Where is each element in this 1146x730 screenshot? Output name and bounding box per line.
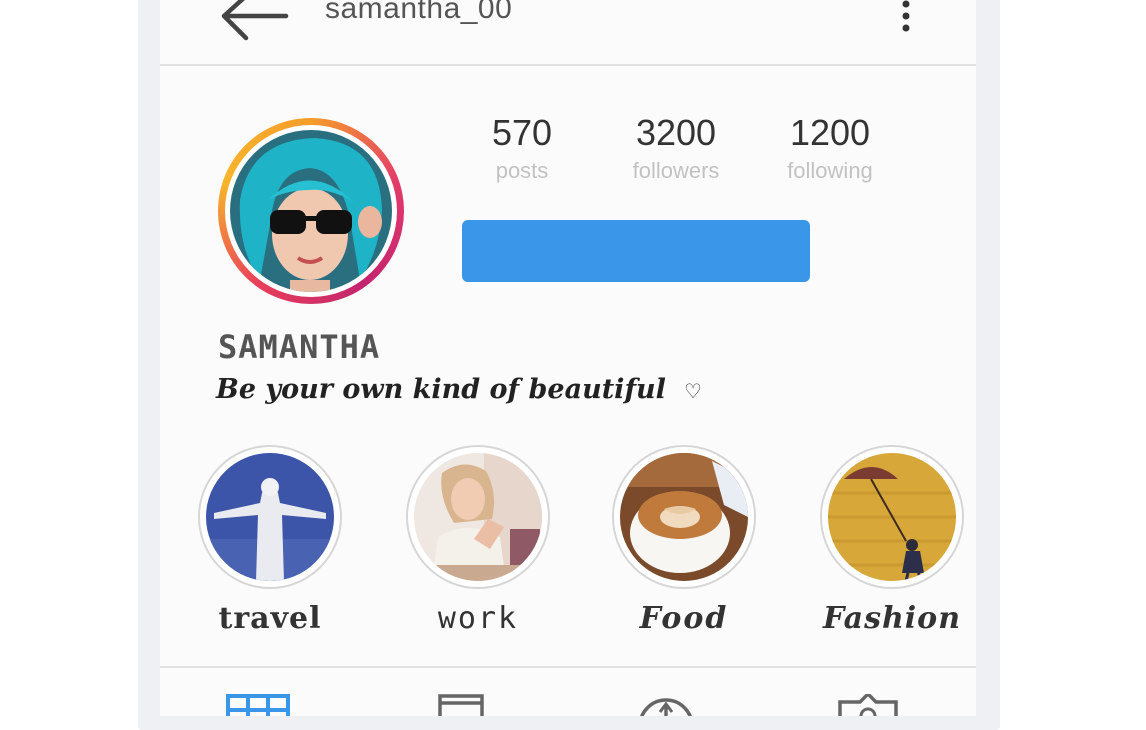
highlight-travel-image [206, 453, 334, 581]
highlight-work-label: work [437, 601, 519, 636]
tab-tagged[interactable] [836, 691, 900, 716]
followers-stat[interactable]: 3200 followers [596, 112, 756, 184]
tab-feed[interactable] [430, 694, 494, 716]
tab-igtv[interactable] [634, 694, 698, 716]
tagged-icon [838, 691, 898, 716]
heart-icon: ♡ [683, 379, 702, 403]
following-stat[interactable]: 1200 following [750, 112, 910, 184]
tab-grid[interactable] [226, 694, 290, 716]
back-button[interactable] [212, 0, 292, 50]
grid-icon [226, 694, 290, 716]
bio-line: Be your own kind of beautiful [216, 374, 666, 405]
avatar[interactable] [218, 118, 404, 304]
highlight-travel[interactable]: travel [198, 445, 342, 636]
followers-count: 3200 [635, 112, 717, 153]
profile-username: samantha_00 [325, 0, 513, 25]
top-bar: samantha_00 [160, 0, 976, 66]
highlight-travel-label: travel [218, 601, 322, 636]
highlight-food-image [620, 453, 748, 581]
posts-label: posts [495, 158, 549, 183]
highlight-food[interactable]: Food [612, 445, 756, 636]
highlight-work-image [414, 453, 542, 581]
arrow-left-icon [221, 0, 289, 41]
more-options-button[interactable] [888, 0, 924, 38]
posts-count: 570 [491, 112, 553, 153]
followers-label: followers [632, 158, 720, 183]
feed-icon [438, 694, 484, 716]
highlight-food-label: Food [639, 601, 729, 636]
more-vertical-icon [902, 0, 910, 32]
highlight-fashion[interactable]: Fashion [820, 445, 964, 636]
posts-stat[interactable]: 570 posts [442, 112, 602, 184]
highlight-fashion-label: Fashion [822, 601, 961, 636]
display-name: SAMANTHA [218, 328, 381, 366]
igtv-icon [640, 698, 692, 716]
highlight-work[interactable]: work [406, 445, 550, 636]
edit-profile-button[interactable] [462, 220, 810, 282]
profile-screen: samantha_00 570 posts 3200 followers 120… [160, 0, 976, 716]
profile-tab-bar [160, 666, 976, 716]
following-count: 1200 [789, 112, 871, 153]
avatar-photo [230, 130, 392, 292]
following-label: following [787, 158, 873, 183]
bio-text: Be your own kind of beautiful ♡ [216, 374, 702, 405]
highlight-fashion-image [828, 453, 956, 581]
